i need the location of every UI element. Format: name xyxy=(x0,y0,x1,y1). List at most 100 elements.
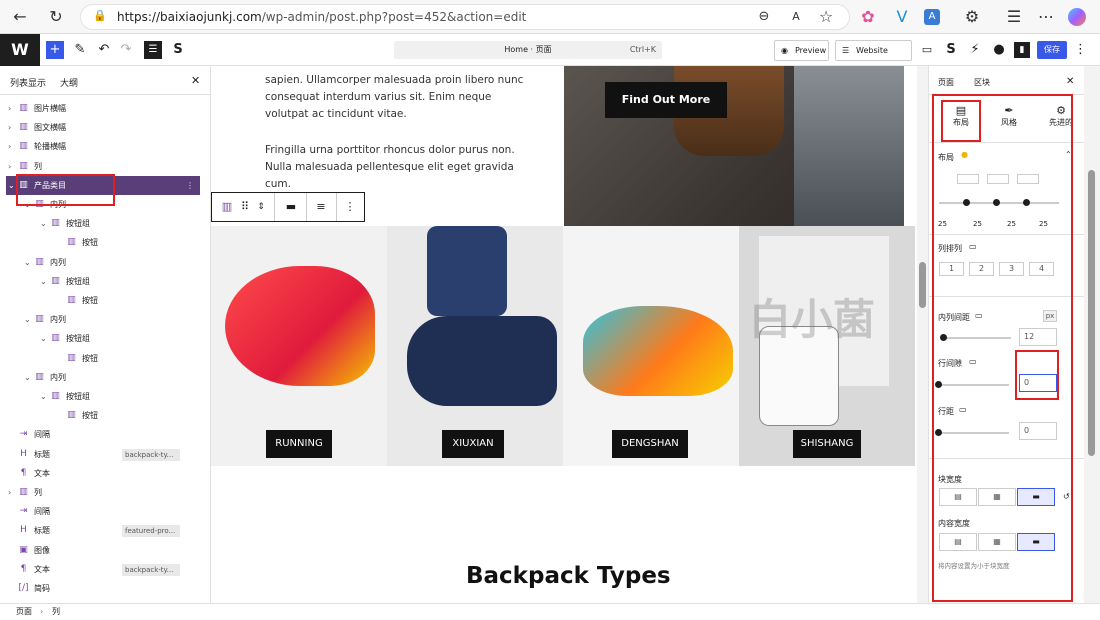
tree-row[interactable]: ⇥ 间隔 xyxy=(0,502,210,521)
tree-row[interactable]: › ▥ 图片横幅 xyxy=(0,99,210,118)
tree-row[interactable]: [/] 简码 xyxy=(0,579,210,598)
chevron-icon[interactable]: ⌄ xyxy=(24,368,31,387)
tree-row[interactable]: › ▥ 轮播横幅 xyxy=(0,137,210,156)
tree-row[interactable]: ⌄ ▥ 内列 xyxy=(0,253,210,272)
canvas-scroll-thumb[interactable] xyxy=(919,262,926,308)
block-icon: ▥ xyxy=(67,237,76,248)
puzzle-icon[interactable]: ⚙ xyxy=(960,5,984,29)
panel-scrollbar[interactable] xyxy=(1084,66,1100,603)
breadcrumb-column[interactable]: 列 xyxy=(52,604,60,620)
paragraph-2[interactable]: Fringilla urna porttitor rhoncus dolor p… xyxy=(265,142,535,193)
tree-row[interactable]: ⌄ ▥ 内列 xyxy=(0,368,210,387)
chevron-icon[interactable]: › xyxy=(8,118,11,137)
zap-icon[interactable]: ⚡ xyxy=(968,40,982,60)
url-text: https://baixiaojunkj.com/wp-admin/post.p… xyxy=(117,10,527,24)
drag-handle-icon[interactable]: ⠿ xyxy=(238,193,252,221)
tree-row[interactable]: ⇥ 间隔 xyxy=(0,425,210,444)
close-icon[interactable]: ✕ xyxy=(1066,76,1074,87)
read-aloud-icon[interactable]: A xyxy=(784,5,808,29)
chevron-icon[interactable]: ⌄ xyxy=(24,253,31,272)
tree-row[interactable]: H 标题 backpack-ty... xyxy=(0,445,210,464)
width-icon[interactable]: ▬ xyxy=(280,193,302,221)
tree-row[interactable]: H 标题 featured-pro... xyxy=(0,521,210,540)
dengshan-button[interactable]: DENGSHAN xyxy=(612,430,688,458)
tree-row-label: 图文横幅 xyxy=(34,123,66,133)
favorites-list-icon[interactable]: ☰ xyxy=(1002,5,1026,29)
chevron-icon[interactable]: › xyxy=(8,483,11,502)
chevron-icon[interactable]: ⌄ xyxy=(40,329,47,348)
tab-block[interactable]: 区块 xyxy=(974,77,990,88)
block-icon: ▥ xyxy=(51,333,60,344)
running-button[interactable]: RUNNING xyxy=(266,430,332,458)
chevron-icon[interactable]: ⌄ xyxy=(8,176,15,195)
more-icon[interactable]: ⋯ xyxy=(1034,5,1058,29)
tree-row-label: 轮播横幅 xyxy=(34,142,66,152)
back-icon[interactable]: ← xyxy=(8,5,32,29)
chevron-icon[interactable]: › xyxy=(8,137,11,156)
move-up-down-icon[interactable]: ⇕ xyxy=(254,193,268,221)
tree-row[interactable]: ⌄ ▥ 内列 xyxy=(0,310,210,329)
pen-icon[interactable]: ✎ xyxy=(72,40,88,60)
website-setup-button[interactable]: ☰Website setup xyxy=(835,40,912,74)
tree-row[interactable]: ▥ 按钮 xyxy=(0,349,210,368)
tab-page[interactable]: 页面 xyxy=(938,77,954,88)
shishang-button[interactable]: SHISHANG xyxy=(793,430,861,458)
options-icon[interactable]: ⋮ xyxy=(1074,40,1087,60)
zoom-icon[interactable]: ⊖ xyxy=(752,5,776,29)
chevron-icon[interactable]: › xyxy=(8,157,11,176)
align-icon[interactable]: ≡ xyxy=(312,193,330,221)
chevron-icon[interactable]: ⌄ xyxy=(40,387,47,406)
undo-icon[interactable]: ↶ xyxy=(96,40,112,60)
redo-icon[interactable]: ↷ xyxy=(118,40,134,60)
device-preview-icon[interactable]: ▭ xyxy=(920,40,934,60)
extension-icon[interactable]: ✿ xyxy=(856,5,880,29)
tree-row[interactable]: ▣ 图像 xyxy=(0,541,210,560)
tab-list-view[interactable]: 列表显示 xyxy=(10,76,46,89)
paragraph-1[interactable]: sapien. Ullamcorper malesuada proin libe… xyxy=(265,72,535,123)
tree-row[interactable]: › ▥ 列 xyxy=(0,157,210,176)
chevron-icon[interactable]: ⌄ xyxy=(40,272,47,291)
spectra-icon[interactable]: S xyxy=(170,40,186,60)
preview-button[interactable]: ◉ Preview xyxy=(774,40,829,61)
favorite-icon[interactable]: ☆ xyxy=(814,5,838,29)
astra-icon[interactable]: ● xyxy=(992,40,1006,60)
canvas-scrollbar[interactable] xyxy=(917,66,928,603)
settings-sidebar-icon[interactable]: ▮ xyxy=(1014,42,1030,58)
address-bar[interactable]: 🔒 https://baixiaojunkj.com/wp-admin/post… xyxy=(80,4,850,30)
tree-row[interactable]: ▥ 按钮 xyxy=(0,406,210,425)
tree-row[interactable]: › ▥ 图文横幅 xyxy=(0,118,210,137)
close-icon[interactable]: ✕ xyxy=(191,74,200,87)
chevron-icon[interactable]: ⌄ xyxy=(40,214,47,233)
section-heading[interactable]: Backpack Types xyxy=(466,563,671,589)
tab-outline[interactable]: 大纲 xyxy=(60,76,78,89)
list-view-icon[interactable]: ☰ xyxy=(144,41,162,59)
spectra-settings-icon[interactable]: S xyxy=(944,40,958,60)
xiuxian-button[interactable]: XIUXIAN xyxy=(442,430,504,458)
breadcrumb-page[interactable]: 页面 xyxy=(16,604,32,620)
translate-icon[interactable]: A xyxy=(924,9,940,25)
copilot-icon[interactable] xyxy=(1068,8,1086,26)
tree-row[interactable]: ⌄ ▥ 按钮组 xyxy=(0,272,210,291)
add-block-icon[interactable]: + xyxy=(46,41,64,59)
tree-row[interactable]: ⌄ ▥ 按钮组 xyxy=(0,387,210,406)
find-out-more-button[interactable]: Find Out More xyxy=(605,82,727,118)
tree-row[interactable]: ▥ 按钮 xyxy=(0,291,210,310)
list-view-panel: 列表显示 大纲 ✕ › ▥ 图片横幅 › ▥ 图文横幅 › ▥ 轮播横幅 › ▥ 列 ⌄ ▥ 产品类目 ⋮ ⌄ ▥… xyxy=(0,66,211,603)
panel-scroll-thumb[interactable] xyxy=(1088,170,1095,456)
tree-row[interactable]: › ▥ 列 xyxy=(0,483,210,502)
tree-row[interactable]: ¶ 文本 backpack-ty... xyxy=(0,560,210,579)
tree-row[interactable]: ¶ 文本 xyxy=(0,464,210,483)
block-options-icon[interactable]: ⋮ xyxy=(340,193,360,221)
tree-row[interactable]: ▥ 按钮 xyxy=(0,233,210,252)
save-button[interactable]: 保存 xyxy=(1037,41,1067,59)
reload-icon[interactable]: ↻ xyxy=(44,5,68,29)
wordpress-logo-icon[interactable]: W xyxy=(0,34,40,66)
command-palette[interactable]: Home · 页面 Ctrl+K xyxy=(394,41,662,59)
chevron-icon[interactable]: › xyxy=(8,99,11,118)
extension-v-icon[interactable]: V xyxy=(890,5,914,29)
tree-row[interactable]: ⌄ ▥ 按钮组 xyxy=(0,214,210,233)
chevron-icon[interactable]: ⌄ xyxy=(24,310,31,329)
tree-row[interactable]: ⌄ ▥ 按钮组 xyxy=(0,329,210,348)
block-type-icon[interactable]: ▥ xyxy=(216,193,238,221)
row-options-icon[interactable]: ⋮ xyxy=(186,176,194,195)
